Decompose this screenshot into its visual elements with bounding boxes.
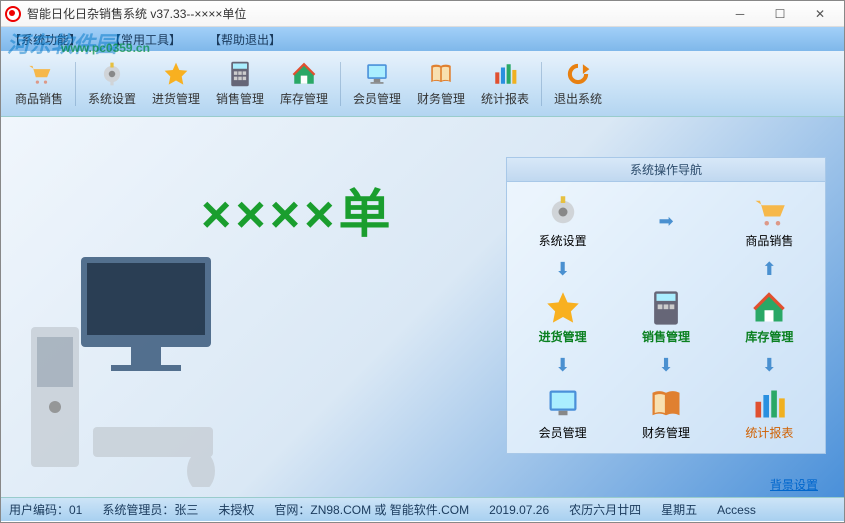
nav-purchase[interactable]: 进货管理	[513, 286, 612, 349]
status-db: Access	[717, 503, 756, 517]
toolbar-sales[interactable]: 商品销售	[9, 55, 69, 113]
status-usercode: 用户编码：01	[9, 501, 82, 518]
maximize-button[interactable]: ☐	[760, 2, 800, 26]
toolbar-member-label: 会员管理	[353, 90, 401, 107]
toolbar-finance[interactable]: 财务管理	[411, 55, 471, 113]
status-date: 2019.07.26	[489, 503, 549, 517]
background-settings-link[interactable]: 背景设置	[770, 476, 818, 493]
toolbar-member[interactable]: 会员管理	[347, 55, 407, 113]
toolbar-exit[interactable]: 退出系统	[548, 55, 608, 113]
gear-icon	[545, 194, 581, 230]
toolbar-sell-label: 销售管理	[216, 90, 264, 107]
brand-text: ××××单	[201, 172, 394, 247]
exit-icon	[564, 60, 592, 88]
menu-common[interactable]: 【常用工具】	[109, 31, 181, 48]
minimize-button[interactable]: ─	[720, 2, 760, 26]
toolbar-stock-label: 库存管理	[280, 90, 328, 107]
calculator-icon	[226, 60, 254, 88]
nav-panel: 系统操作导航 系统设置 ➡ 商品销售 ⬇ ⬆ 进货管理 销售管理	[506, 157, 826, 454]
nav-finance[interactable]: 财务管理	[616, 382, 715, 445]
monitor-icon	[545, 386, 581, 422]
nav-report[interactable]: 统计报表	[720, 382, 819, 445]
toolbar-stock[interactable]: 库存管理	[274, 55, 334, 113]
arrow-down-icon: ⬇	[720, 355, 819, 376]
toolbar-report-label: 统计报表	[481, 90, 529, 107]
chart-icon	[491, 60, 519, 88]
house-icon	[751, 290, 787, 326]
status-lunar: 农历六月廿四	[569, 501, 641, 518]
status-auth: 未授权	[218, 501, 254, 518]
monitor-icon	[363, 60, 391, 88]
toolbar-sell[interactable]: 销售管理	[210, 55, 270, 113]
arrow-up-icon: ⬆	[720, 259, 819, 280]
arrow-down-icon: ⬇	[513, 355, 612, 376]
arrow-right-icon: ➡	[616, 190, 715, 253]
nav-sales[interactable]: 商品销售	[720, 190, 819, 253]
nav-member[interactable]: 会员管理	[513, 382, 612, 445]
titlebar: 智能日化日杂销售系统 v37.33--××××单位 ─ ☐ ✕	[1, 1, 844, 27]
toolbar-purchase[interactable]: 进货管理	[146, 55, 206, 113]
toolbar-exit-label: 退出系统	[554, 90, 602, 107]
arrow-down-icon: ⬇	[513, 259, 612, 280]
toolbar-report[interactable]: 统计报表	[475, 55, 535, 113]
house-icon	[290, 60, 318, 88]
menu-system[interactable]: 【系统功能】	[9, 31, 81, 48]
arrow-down-icon: ⬇	[616, 355, 715, 376]
computer-illustration	[21, 227, 241, 487]
nav-settings[interactable]: 系统设置	[513, 190, 612, 253]
book-icon	[427, 60, 455, 88]
gear-icon	[98, 60, 126, 88]
toolbar-sales-label: 商品销售	[15, 90, 63, 107]
nav-panel-title: 系统操作导航	[507, 158, 825, 182]
nav-stock[interactable]: 库存管理	[720, 286, 819, 349]
chart-icon	[751, 386, 787, 422]
status-admin: 系统管理员：张三	[102, 501, 198, 518]
book-icon	[648, 386, 684, 422]
status-weekday: 星期五	[661, 501, 697, 518]
toolbar-settings-label: 系统设置	[88, 90, 136, 107]
status-site: 官网：ZN98.COM 或 智能软件.COM	[274, 501, 469, 518]
toolbar-finance-label: 财务管理	[417, 90, 465, 107]
cart-icon	[751, 194, 787, 230]
toolbar-purchase-label: 进货管理	[152, 90, 200, 107]
window-title: 智能日化日杂销售系统 v37.33--××××单位	[27, 5, 720, 22]
calculator-icon	[648, 290, 684, 326]
star-icon	[545, 290, 581, 326]
nav-sell[interactable]: 销售管理	[616, 286, 715, 349]
app-icon	[5, 6, 21, 22]
star-icon	[162, 60, 190, 88]
toolbar: 商品销售 系统设置 进货管理 销售管理 库存管理 会员管理 财务管理 统计报表 …	[1, 51, 844, 117]
cart-icon	[25, 60, 53, 88]
close-button[interactable]: ✕	[800, 2, 840, 26]
statusbar: 用户编码：01 系统管理员：张三 未授权 官网：ZN98.COM 或 智能软件.…	[1, 497, 844, 521]
toolbar-settings[interactable]: 系统设置	[82, 55, 142, 113]
menubar: 河东软件园 www.pc0359.cn 【系统功能】 【常用工具】 【帮助退出】	[1, 27, 844, 51]
workspace: ××××单 系统操作导航 系统设置 ➡ 商品销售 ⬇ ⬆ 进货管理	[1, 117, 844, 497]
menu-help[interactable]: 【帮助退出】	[209, 31, 281, 48]
